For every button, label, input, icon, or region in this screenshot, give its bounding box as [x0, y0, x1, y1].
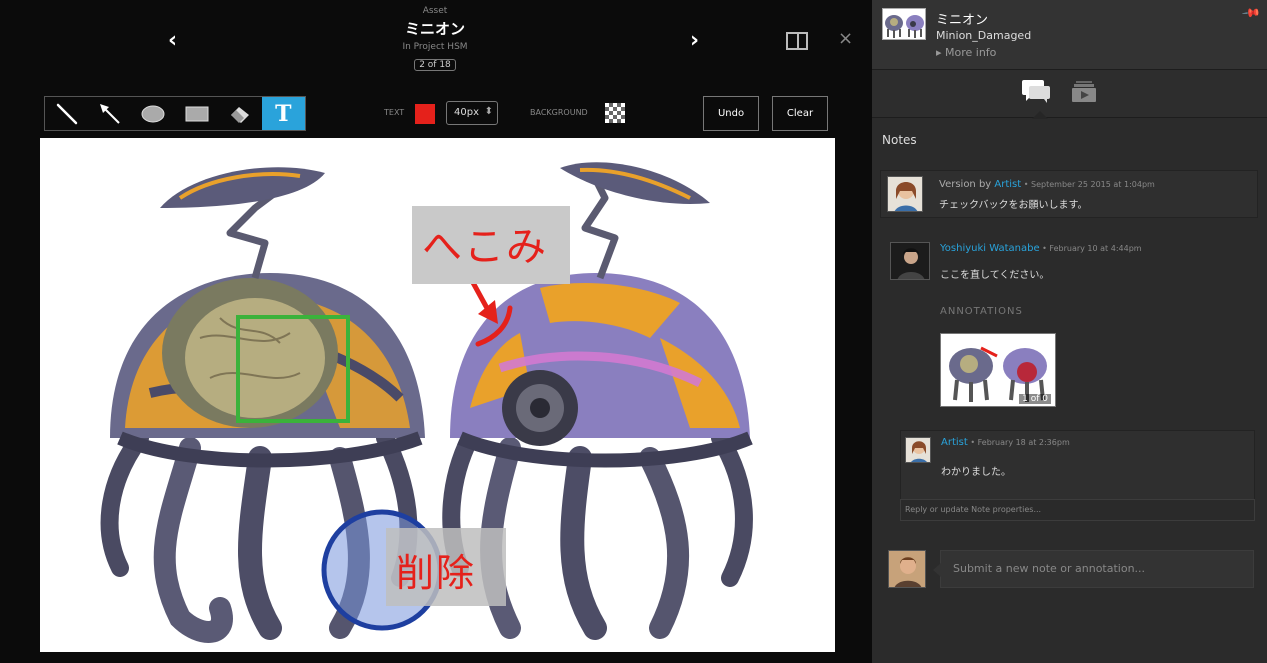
next-asset-button[interactable]: ›	[690, 28, 699, 53]
asset-type-label: Asset	[422, 6, 448, 16]
rectangle-icon[interactable]	[175, 97, 218, 130]
background-swatch[interactable]	[605, 103, 625, 123]
background-label: BACKGROUND	[530, 108, 588, 117]
avatar	[888, 550, 926, 588]
arrow-icon[interactable]	[88, 97, 131, 130]
asset-info-name: Minion_Damaged	[936, 29, 1032, 42]
versions-icon[interactable]	[1068, 78, 1100, 110]
review-viewer: ‹ Asset ミニオン In Project HSM 2 of 18 › × …	[0, 0, 872, 663]
asset-info-title: ミニオン	[936, 13, 989, 28]
annotations-label: ANNOTATIONS	[940, 306, 1023, 317]
note-author-link[interactable]: Artist	[994, 179, 1021, 190]
note-body: チェックバックをお願いします。	[939, 200, 1088, 211]
note-meta: Version by Artist • September 25 2015 at…	[939, 179, 1155, 190]
tab-pointer	[1032, 111, 1048, 119]
more-info-link[interactable]: ▸ More info	[936, 46, 996, 59]
pin-icon[interactable]: 📌	[1241, 3, 1261, 23]
asset-info: ミニオン Minion_Damaged ▸ More info 📌	[872, 0, 1267, 70]
asset-title: ミニオン	[404, 20, 465, 38]
asset-header: Asset ミニオン In Project HSM 2 of 18	[335, 6, 535, 71]
avatar	[890, 242, 930, 280]
note-author-link[interactable]: Yoshiyuki Watanabe	[940, 243, 1040, 254]
annotation-count: 1 of 0	[1019, 394, 1051, 404]
close-icon[interactable]: ×	[838, 28, 853, 49]
new-note-input[interactable]: Submit a new note or annotation...	[933, 550, 1254, 588]
eraser-icon[interactable]	[218, 97, 261, 130]
notes-heading: Notes	[882, 133, 917, 147]
annotation-canvas[interactable]: へこみ 削除	[40, 138, 835, 652]
pen-icon[interactable]	[45, 97, 88, 130]
ellipse-icon[interactable]	[132, 97, 175, 130]
text-color-label: TEXT	[384, 108, 405, 117]
notes-panel: ミニオン Minion_Damaged ▸ More info 📌 Notes	[872, 0, 1267, 663]
note-item: Artist • February 18 at 2:36pm わかりました。	[900, 430, 1255, 500]
delete-text-annotation[interactable]: 削除	[386, 528, 506, 606]
note-meta: Artist • February 18 at 2:36pm	[941, 437, 1070, 448]
layout-toggle-icon[interactable]	[786, 32, 808, 50]
font-size-select[interactable]: 40px	[446, 101, 498, 125]
clear-button[interactable]: Clear	[772, 96, 828, 131]
note-author-link[interactable]: Artist	[941, 437, 968, 448]
notes-icon[interactable]	[1020, 78, 1052, 110]
text-icon[interactable]: T	[261, 97, 305, 130]
text-color-swatch[interactable]	[415, 104, 435, 124]
avatar	[887, 176, 923, 212]
version-note: Version by Artist • September 25 2015 at…	[880, 170, 1258, 218]
avatar	[905, 437, 931, 463]
reply-input[interactable]: Reply or update Note properties...	[900, 499, 1255, 521]
drawing-toolbar: T	[44, 96, 306, 131]
dent-text-annotation[interactable]: へこみ	[412, 206, 570, 284]
previous-asset-button[interactable]: ‹	[168, 28, 177, 53]
asset-thumbnail	[882, 8, 926, 40]
note-body: わかりました。	[941, 467, 1011, 478]
asset-project-label: In Project HSM	[402, 42, 468, 52]
note-meta: Yoshiyuki Watanabe • February 10 at 4:44…	[940, 243, 1142, 254]
asset-counter: 2 of 18	[414, 59, 456, 71]
undo-button[interactable]: Undo	[703, 96, 759, 131]
annotation-thumbnail[interactable]: 1 of 0	[940, 333, 1056, 407]
note-body: ここを直してください。	[940, 270, 1050, 281]
panel-tabs	[872, 70, 1267, 119]
